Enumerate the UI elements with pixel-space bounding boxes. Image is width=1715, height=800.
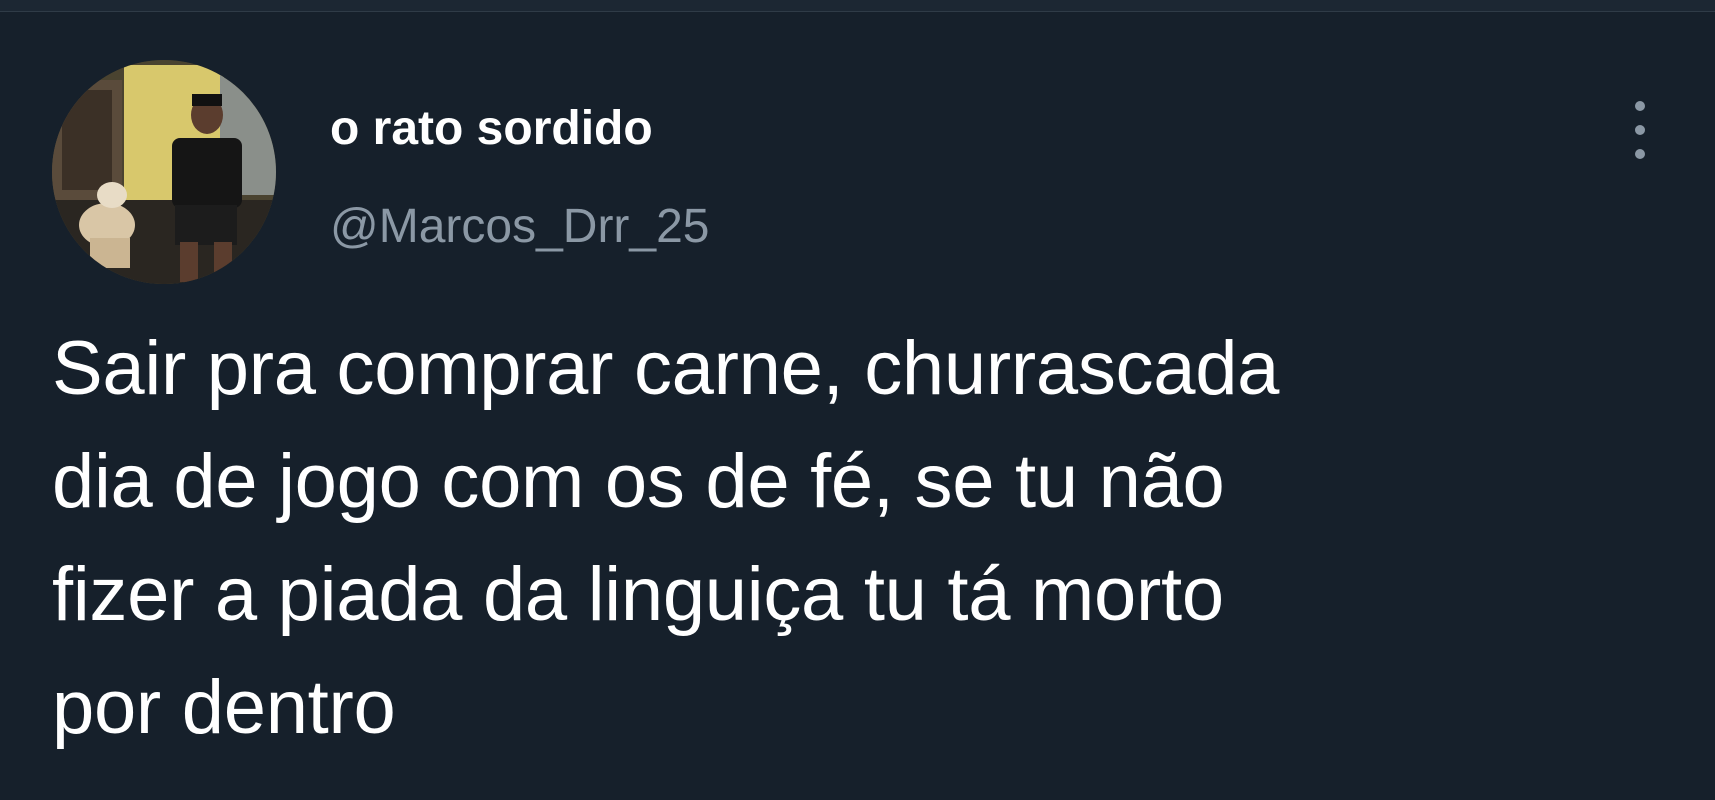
avatar-photo bbox=[52, 60, 276, 284]
more-options-icon[interactable] bbox=[1618, 96, 1662, 166]
tweet-card: o rato sordido @Marcos_Drr_25 Sair pra c… bbox=[0, 0, 1715, 800]
author-display-name[interactable]: o rato sordido bbox=[330, 100, 653, 158]
author-handle[interactable]: @Marcos_Drr_25 bbox=[330, 198, 710, 256]
top-divider bbox=[0, 0, 1715, 12]
tweet-text-line: fizer a piada da linguiça tu tá morto bbox=[52, 552, 1224, 637]
tweet-text-line: por dentro bbox=[52, 665, 396, 750]
tweet-text-line: dia de jogo com os de fé, se tu não bbox=[52, 439, 1225, 524]
avatar[interactable] bbox=[52, 60, 276, 284]
tweet-text: Sair pra comprar carne, churrascada dia … bbox=[52, 312, 1682, 764]
tweet-text-line: Sair pra comprar carne, churrascada bbox=[52, 326, 1280, 411]
